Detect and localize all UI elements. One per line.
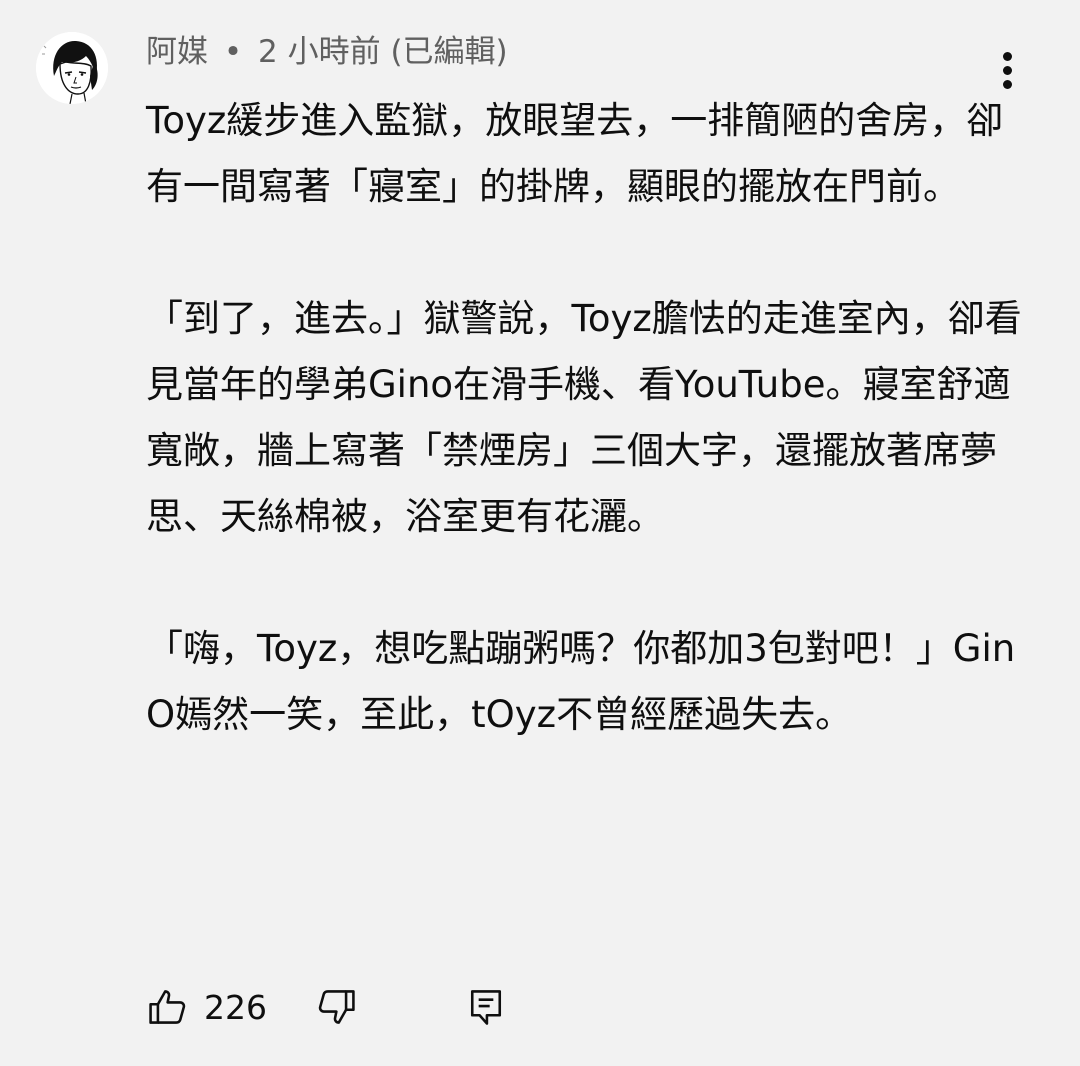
avatar-portrait [36,32,108,104]
comment-paragraph: 「嗨，Toyz，想吃點蹦粥嗎？你都加3包對吧！」GinO嫣然一笑，至此，tOyz… [146,627,1016,736]
comment-header: 阿媒 • 2 小時前 (已編輯) [146,30,508,74]
avatar[interactable] [36,32,108,104]
comment-paragraph: 「到了，進去。」獄警說，Toyz膽怯的走進室內，卻看見當年的學弟Gino在滑手機… [146,297,1022,538]
header-separator: • [223,34,243,70]
like-button[interactable]: 226 [146,978,267,1036]
reply-button[interactable] [464,978,508,1036]
dislike-button[interactable] [314,978,358,1036]
reply-comment-icon [470,990,502,1025]
edited-label: (已編輯) [390,34,508,70]
more-options-button[interactable] [990,46,1026,94]
comment-actions: 226 [146,978,546,1036]
comment-timestamp[interactable]: 2 小時前 [258,34,381,70]
thumbs-up-icon [149,990,186,1024]
comment-paragraph: Toyz緩步進入監獄，放眼望去，一排簡陋的舍房，卻有一間寫著「寢室」的掛牌，顯眼… [146,99,1004,208]
paragraph-spacer [146,550,1026,616]
thumbs-down-icon [318,990,355,1024]
author-name[interactable]: 阿媒 [146,34,208,70]
paragraph-spacer [146,220,1026,286]
like-count: 226 [204,987,267,1027]
comment-text: Toyz緩步進入監獄，放眼望去，一排簡陋的舍房，卻有一間寫著「寢室」的掛牌，顯眼… [146,88,1026,748]
